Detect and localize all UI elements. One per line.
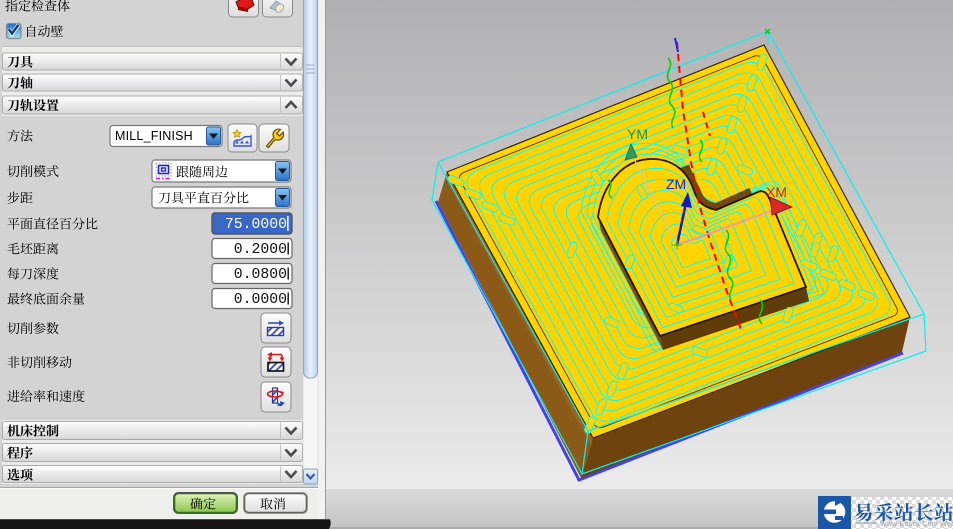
svg-text:ZM: ZM — [666, 176, 686, 192]
svg-text:YM: YM — [627, 126, 648, 142]
svg-text:0.0800: 0.0800 — [234, 267, 287, 283]
svg-text:0.2000: 0.2000 — [234, 242, 287, 258]
svg-text:0.0000: 0.0000 — [234, 292, 287, 308]
svg-text:Www.Easck.Com Webmaster: Www.Easck.Com Webmaster — [880, 521, 953, 528]
svg-text:75.0000: 75.0000 — [225, 217, 287, 233]
svg-text:XM: XM — [766, 184, 787, 200]
svg-text:MILL_FINISH: MILL_FINISH — [115, 129, 193, 143]
